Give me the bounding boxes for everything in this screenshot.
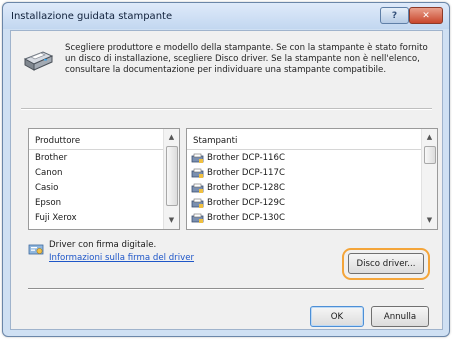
- printer-column-header: Stampanti: [193, 136, 238, 146]
- printer-scrollbar[interactable]: ▲ ▼: [421, 129, 437, 229]
- help-icon: ?: [391, 10, 398, 21]
- printer-item[interactable]: Brother DCP-128C: [187, 181, 421, 196]
- divider: [28, 288, 424, 290]
- close-icon: ✕: [422, 10, 430, 21]
- scroll-thumb[interactable]: [166, 146, 178, 206]
- printer-item[interactable]: Brother DCP-130C: [187, 211, 421, 226]
- printer-model-icon: [191, 153, 204, 163]
- printer-item-label: Brother DCP-129C: [207, 198, 285, 208]
- printer-model-icon: [191, 213, 204, 223]
- printer-item[interactable]: Brother DCP-129C: [187, 196, 421, 211]
- window-title: Installazione guidata stampante: [11, 11, 173, 22]
- ok-button[interactable]: OK: [310, 306, 364, 327]
- signature-label: Driver con firma digitale.: [49, 240, 157, 250]
- scroll-down-icon[interactable]: ▼: [424, 215, 435, 226]
- printer-item-label: Brother DCP-128C: [207, 183, 285, 193]
- printer-listbox[interactable]: Stampanti Brother DCP-116C Brother DCP-1…: [186, 128, 438, 230]
- disk-driver-button[interactable]: Disco driver...: [348, 253, 424, 274]
- manufacturer-item-canon[interactable]: Canon: [29, 166, 163, 181]
- printer-item[interactable]: Brother DCP-117C: [187, 166, 421, 181]
- manufacturer-column-header: Produttore: [35, 136, 81, 146]
- printer-wizard-window: Installazione guidata stampante ? ✕ Sceg…: [2, 2, 450, 337]
- signature-info-link[interactable]: Informazioni sulla firma del driver: [49, 253, 194, 263]
- scroll-up-icon[interactable]: ▲: [166, 132, 177, 143]
- signed-driver-icon: [28, 244, 44, 255]
- title-bar[interactable]: Installazione guidata stampante ? ✕: [3, 3, 449, 29]
- wizard-description: Scegliere produttore e modello della sta…: [65, 43, 428, 75]
- printer-item[interactable]: Brother DCP-116C: [187, 151, 421, 166]
- manufacturer-scrollbar[interactable]: ▲ ▼: [163, 129, 179, 229]
- close-button[interactable]: ✕: [409, 7, 443, 24]
- manufacturer-item-epson[interactable]: Epson: [29, 196, 163, 211]
- manufacturer-listbox[interactable]: Produttore Brother Canon Casio Epson Fuj…: [28, 128, 180, 230]
- manufacturer-item-brother[interactable]: Brother: [29, 151, 163, 166]
- header-divider: [29, 149, 163, 150]
- printer-item-label: Brother DCP-130C: [207, 213, 285, 223]
- scroll-thumb[interactable]: [424, 146, 436, 164]
- printer-item-label: Brother DCP-116C: [207, 153, 285, 163]
- manufacturer-item-casio[interactable]: Casio: [29, 181, 163, 196]
- printer-model-icon: [191, 183, 204, 193]
- printer-model-icon: [191, 198, 204, 208]
- scroll-down-icon[interactable]: ▼: [166, 215, 177, 226]
- cancel-button[interactable]: Annulla: [371, 306, 429, 327]
- divider: [21, 108, 432, 110]
- printer-model-icon: [191, 168, 204, 178]
- scroll-up-icon[interactable]: ▲: [424, 132, 435, 143]
- dialog-body: Scegliere produttore e modello della sta…: [10, 30, 443, 330]
- header-divider: [187, 149, 421, 150]
- help-button[interactable]: ?: [380, 7, 409, 24]
- printer-icon: [23, 51, 54, 71]
- manufacturer-item-fuji-xerox[interactable]: Fuji Xerox: [29, 211, 163, 226]
- printer-item-label: Brother DCP-117C: [207, 168, 285, 178]
